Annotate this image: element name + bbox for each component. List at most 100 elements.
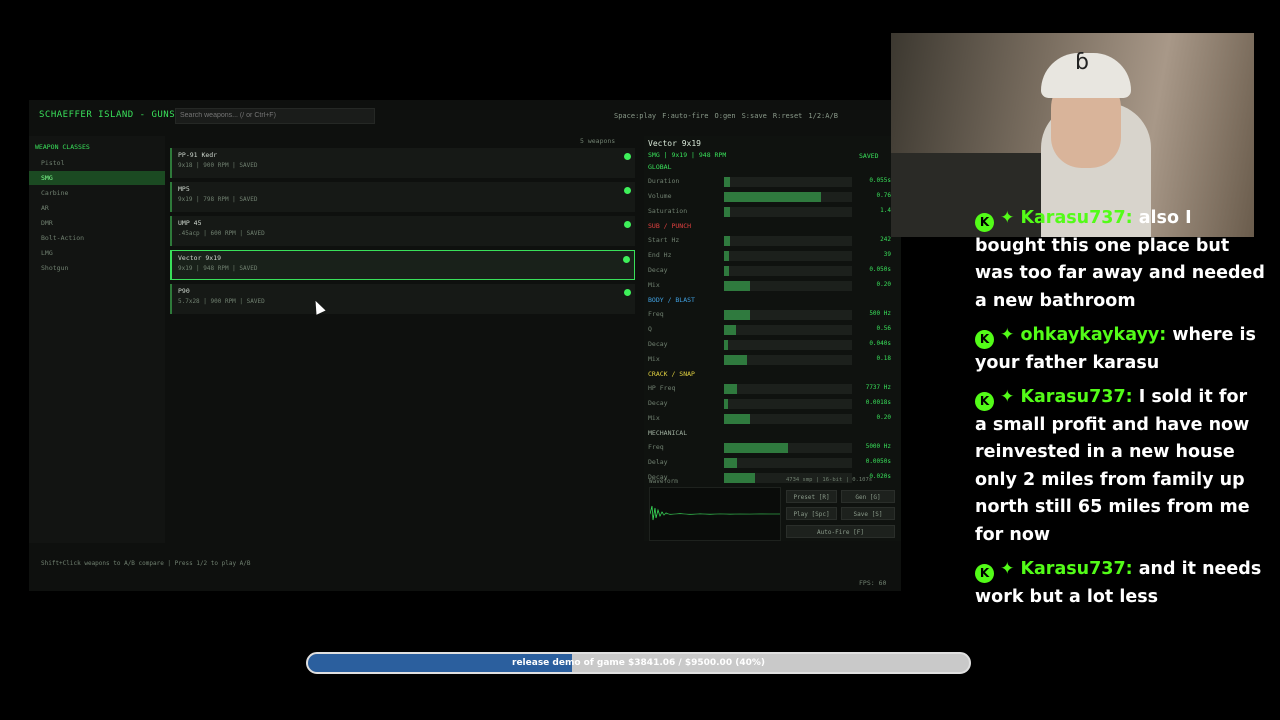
param-label: Decay	[648, 340, 668, 348]
param-row: HP Freq 7737 Hz	[648, 383, 893, 395]
kick-badge-icon: K	[975, 564, 994, 583]
class-item-shotgun[interactable]: Shotgun	[29, 261, 165, 275]
param-slider-fill	[724, 266, 730, 276]
param-value: 0.56	[876, 325, 891, 332]
play-button[interactable]: Play [Spc]	[786, 507, 837, 520]
param-slider-fill	[724, 399, 728, 409]
param-value: 0.20	[876, 414, 891, 421]
param-label: Delay	[648, 458, 668, 466]
param-slider-fill	[724, 414, 750, 424]
param-slider[interactable]	[724, 325, 852, 335]
param-row: Decay 0.050s	[648, 265, 893, 277]
param-slider[interactable]	[724, 384, 852, 394]
param-value: 0.050s	[869, 266, 891, 273]
param-value: 242	[880, 236, 891, 243]
param-label: Q	[648, 325, 652, 333]
param-label: Decay	[648, 266, 668, 274]
waveform-trace	[650, 505, 780, 521]
param-label: HP Freq	[648, 384, 676, 392]
param-slider[interactable]	[724, 236, 852, 246]
weapon-name: Vector 9x19	[178, 254, 222, 262]
param-row: End Hz 39	[648, 250, 893, 262]
weapon-row[interactable]: UMP 45 .45acp | 600 RPM | SAVED	[170, 216, 635, 246]
param-row: Mix 0.20	[648, 413, 893, 425]
class-item-pistol[interactable]: Pistol	[29, 156, 165, 170]
section-header: BODY / BLAST	[648, 296, 695, 304]
param-value: 0.20	[876, 281, 891, 288]
param-slider[interactable]	[724, 266, 852, 276]
save-button[interactable]: Save [S]	[841, 507, 895, 520]
param-slider[interactable]	[724, 251, 852, 261]
param-value: 0.18	[876, 355, 891, 362]
kick-badge-icon: K	[975, 213, 994, 232]
hotkey-legend: Space:play F:auto-fire O:gen S:save R:re…	[614, 112, 838, 120]
chat-overlay: K ✦ Karasu737: also I bought this one pl…	[975, 205, 1265, 618]
param-slider[interactable]	[724, 281, 852, 291]
chat-username: Karasu737	[1020, 208, 1126, 228]
param-value: 0.020s	[869, 473, 891, 480]
chat-text: I sold it for a small profit and have no…	[975, 387, 1250, 545]
class-item-bolt-action[interactable]: Bolt-Action	[29, 231, 165, 245]
hotkey-item: R:reset	[772, 112, 803, 120]
weapon-row[interactable]: PP-91 Kedr 9x18 | 900 RPM | SAVED	[170, 148, 635, 178]
class-item-smg[interactable]: SMG	[29, 171, 165, 185]
footer-hint: Shift+Click weapons to A/B compare | Pre…	[41, 560, 251, 567]
weapon-row[interactable]: MP5 9x19 | 798 RPM | SAVED	[170, 182, 635, 212]
weapon-row-selected[interactable]: Vector 9x19 9x19 | 948 RPM | SAVED	[170, 250, 635, 280]
gem-badge-icon: ✦	[1000, 325, 1015, 345]
param-value: 0.0050s	[865, 458, 891, 465]
param-slider-fill	[724, 310, 750, 320]
param-value: 1.4	[880, 207, 891, 214]
weapon-name: UMP 45	[178, 219, 202, 227]
param-slider[interactable]	[724, 192, 852, 202]
gem-badge-icon: ✦	[1000, 387, 1015, 407]
param-slider[interactable]	[724, 443, 852, 453]
search-input[interactable]	[175, 108, 375, 124]
param-label: Freq	[648, 443, 664, 451]
param-label: Mix	[648, 414, 660, 422]
section-header: CRACK / SNAP	[648, 370, 695, 378]
chat-colon: :	[1125, 208, 1133, 228]
param-label: End Hz	[648, 251, 672, 259]
param-slider-fill	[724, 355, 748, 365]
param-label: Freq	[648, 310, 664, 318]
param-value: 0.0018s	[865, 399, 891, 406]
weapon-info: 9x18 | 900 RPM | SAVED	[178, 162, 258, 169]
chat-colon: :	[1125, 559, 1133, 579]
param-slider[interactable]	[724, 177, 852, 187]
hotkey-item: S:save	[741, 112, 767, 120]
param-row: Mix 0.18	[648, 354, 893, 366]
param-row: Saturation 1.4	[648, 206, 893, 218]
weapon-class-sidebar: WEAPON CLASSES Pistol SMG Carbine AR DMR…	[29, 136, 165, 543]
param-slider[interactable]	[724, 207, 852, 217]
param-label: Saturation	[648, 207, 688, 215]
section-header: SUB / PUNCH	[648, 222, 692, 230]
param-slider[interactable]	[724, 399, 852, 409]
class-item-carbine[interactable]: Carbine	[29, 186, 165, 200]
param-slider[interactable]	[724, 414, 852, 424]
hotkey-item: F:auto-fire	[662, 112, 709, 120]
param-slider-fill	[724, 236, 731, 246]
param-row: Mix 0.20	[648, 280, 893, 292]
hotkey-item: O:gen	[714, 112, 736, 120]
param-slider[interactable]	[724, 340, 852, 350]
weapon-info: 9x19 | 948 RPM | SAVED	[178, 265, 258, 272]
gen-button[interactable]: Gen [G]	[841, 490, 895, 503]
chat-message: K ✦ Karasu737: and it needs work but a l…	[975, 556, 1265, 611]
param-slider[interactable]	[724, 458, 852, 468]
param-slider[interactable]	[724, 355, 852, 365]
param-slider-fill	[724, 281, 750, 291]
param-slider-fill	[724, 473, 755, 483]
param-slider-fill	[724, 325, 736, 335]
weapon-row[interactable]: P90 5.7x28 | 900 RPM | SAVED	[170, 284, 635, 314]
param-slider[interactable]	[724, 310, 852, 320]
param-label: Duration	[648, 177, 680, 185]
class-item-dmr[interactable]: DMR	[29, 216, 165, 230]
preset-button[interactable]: Preset [R]	[786, 490, 837, 503]
auto-fire-button[interactable]: Auto-Fire [F]	[786, 525, 895, 538]
class-item-lmg[interactable]: LMG	[29, 246, 165, 260]
class-item-ar[interactable]: AR	[29, 201, 165, 215]
weapon-count: 5 weapons	[580, 137, 616, 145]
param-slider-fill	[724, 443, 788, 453]
chat-message: K ✦ ohkaykaykayy: where is your father k…	[975, 322, 1265, 377]
